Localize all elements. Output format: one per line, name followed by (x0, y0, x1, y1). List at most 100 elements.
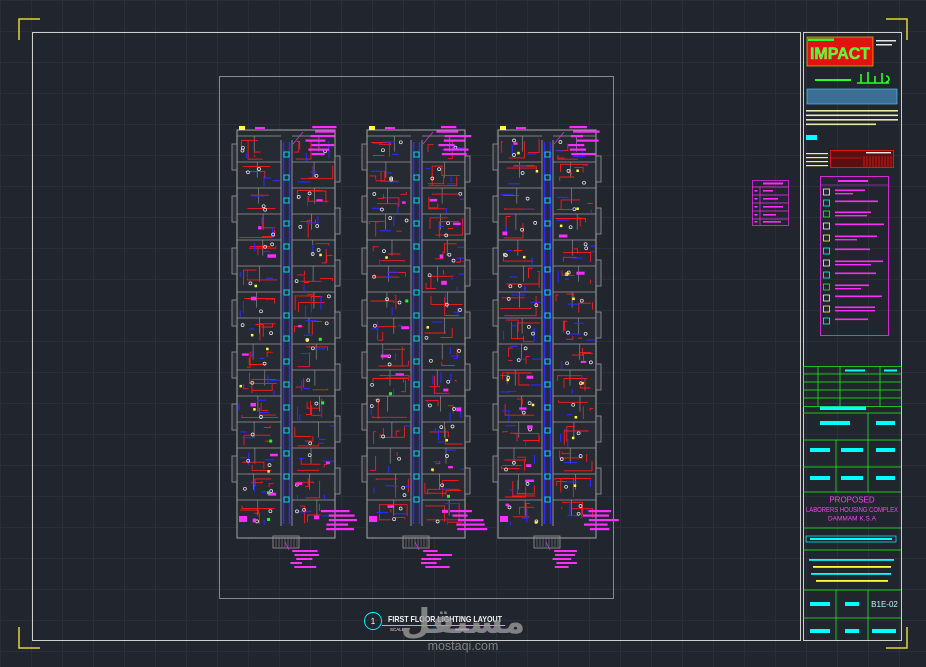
panel-board-symbol (369, 126, 375, 130)
annotation-tag (571, 153, 596, 156)
switch-symbol (581, 381, 584, 385)
balcony-outline (231, 455, 238, 483)
circuit-tag (314, 515, 320, 520)
annotation-tag (320, 510, 350, 513)
annotation-leader (545, 541, 551, 551)
annotation-tag (296, 558, 313, 560)
building-plan-1 (231, 126, 357, 568)
annotation-tag (326, 528, 354, 531)
balcony-outline (231, 247, 238, 275)
legend-row (823, 222, 884, 230)
description-line (813, 566, 891, 568)
legend-row (823, 234, 877, 242)
annotation-tag (311, 153, 325, 156)
annotation-tag (452, 514, 468, 517)
socket-symbol (447, 494, 450, 498)
balcony-outline (361, 247, 368, 275)
watermark-site: mostaqi.com (428, 639, 499, 653)
circuit-tag (519, 407, 527, 410)
switch-symbol (531, 403, 535, 407)
circuit-tag (439, 254, 443, 259)
balcony-outline (492, 247, 499, 275)
annotation-tag (328, 519, 357, 522)
building-plan-2 (361, 126, 488, 568)
annotation-tag (556, 562, 577, 564)
legend-row (823, 199, 878, 207)
legend-symbol (823, 294, 830, 302)
annotation-tag (568, 144, 585, 147)
exterior-wall (497, 129, 597, 539)
company-name-bar (806, 88, 898, 105)
disclaimer-line (806, 119, 898, 121)
circuit-tag (443, 388, 449, 392)
cad-drawing-canvas[interactable]: IMPACT PROPOSED LABORERS HOUSING COMPLEX… (0, 0, 926, 667)
annotation-tag (255, 127, 265, 129)
legend-symbol (823, 210, 830, 218)
distribution-board-symbol (500, 516, 508, 522)
circuit-tag (527, 425, 533, 429)
balcony-outline (595, 259, 602, 287)
switch-symbol (426, 326, 429, 329)
drawing-name-text (810, 538, 892, 540)
circuit-tag (505, 503, 509, 507)
title-block: IMPACT PROPOSED LABORERS HOUSING COMPLEX… (803, 32, 902, 641)
panel-schedule-entries (754, 182, 783, 223)
approval-label (876, 476, 895, 480)
balcony-outline (595, 467, 602, 495)
schedule-number (754, 198, 758, 200)
lighting-circuit-wire (506, 167, 536, 169)
socket-symbol (318, 337, 322, 341)
sheet-number: B1E-02 (871, 600, 898, 609)
annotation-tag (576, 139, 599, 142)
legend-description-line (835, 260, 883, 263)
project-line-3: DAMMAM K.S.A (828, 516, 877, 523)
switch-symbol (517, 151, 520, 155)
approval-label (810, 476, 830, 480)
socket-symbol (405, 299, 409, 303)
project-name: PROPOSED LABORERS HOUSING COMPLEX DAMMAM… (806, 496, 898, 523)
approval-label (841, 476, 863, 480)
balcony-outline (464, 207, 471, 235)
cad-viewport[interactable]: IMPACT PROPOSED LABORERS HOUSING COMPLEX… (0, 0, 926, 667)
legend-description-line (835, 264, 871, 266)
schedule-number (754, 190, 758, 192)
balcony-outline (361, 143, 368, 171)
legend-symbol (823, 317, 830, 325)
annotation-tag (421, 562, 437, 564)
balcony-outline (595, 311, 602, 339)
watermark: مستقل mostaqi.com (401, 602, 525, 653)
circuit-tag (298, 324, 302, 328)
annotation-tag (308, 148, 330, 151)
balcony-outline (492, 299, 499, 327)
legend-symbol (823, 222, 830, 230)
circuit-tag (526, 375, 534, 379)
switch-symbol (266, 347, 269, 351)
annotation-tag (328, 514, 355, 517)
annotation-leader (414, 541, 420, 551)
annotation-tag (290, 562, 302, 564)
legend-symbol (823, 188, 830, 196)
legend-row (823, 188, 865, 196)
annotation-tag (438, 144, 455, 147)
socket-symbol (267, 491, 270, 495)
logo-accent-bar (808, 38, 834, 41)
annotation-tag (310, 135, 335, 138)
switch-symbol (445, 439, 448, 442)
circuit-tag (402, 201, 406, 204)
panel-board-symbol (239, 126, 245, 130)
annotation-tag (450, 510, 472, 513)
balcony-outline (334, 363, 341, 391)
switch-symbol (319, 253, 322, 257)
panel-board-symbol (500, 126, 506, 130)
balcony-outline (492, 195, 499, 223)
annotation-tag (584, 523, 608, 526)
circuit-tag (580, 360, 587, 363)
annotation-tag (582, 514, 609, 517)
corner-mark-top-right (886, 18, 908, 40)
annotation-tag (588, 519, 619, 522)
switch-symbol (250, 333, 254, 337)
key-plan-label-line (806, 157, 828, 159)
disclaimer-line (806, 114, 898, 117)
balcony-outline (595, 155, 602, 183)
annotation-tag (444, 135, 472, 138)
